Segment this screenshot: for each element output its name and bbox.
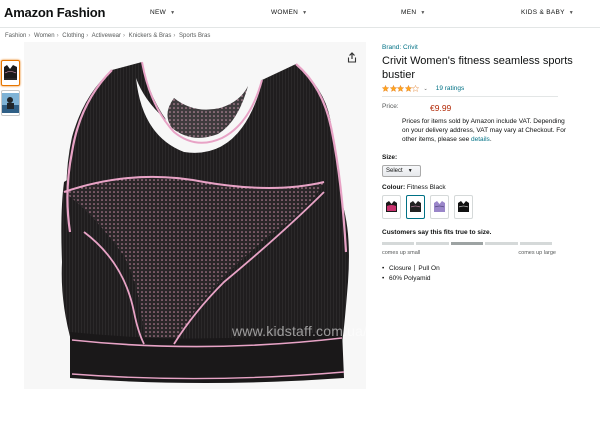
nav-new[interactable]: NEW ▼ [150, 9, 175, 16]
breadcrumb-separator: › [173, 33, 176, 39]
bullet-material: 60% Polyamid [389, 275, 431, 282]
vat-note-end: . [489, 136, 492, 143]
breadcrumb-separator: › [86, 33, 89, 39]
sports-bra-thumbnail-image [4, 65, 17, 80]
star-full-icon [397, 85, 404, 92]
fit-labels: comes up small comes up large [382, 250, 556, 256]
fit-label-small: comes up small [382, 250, 421, 256]
breadcrumb-separator: › [28, 33, 31, 39]
nav-men-label: MEN [401, 9, 417, 16]
brand-link[interactable]: Brand: Crivit [382, 44, 596, 51]
brand-logo[interactable]: Amazon Fashion [4, 5, 105, 20]
breadcrumb-women[interactable]: Women [34, 33, 55, 39]
swatch-pink-black[interactable] [382, 195, 401, 219]
fit-segment [519, 242, 553, 245]
fit-segment [382, 242, 415, 245]
nav-women[interactable]: WOMEN ▼ [271, 9, 307, 16]
star-empty-icon [412, 85, 419, 92]
colour-label: Colour: [382, 184, 406, 191]
fit-segment [416, 242, 449, 245]
swatch-black-white-image [458, 201, 469, 212]
swatch-pink-black-image [386, 201, 397, 212]
colour-swatches [382, 195, 596, 219]
chevron-down-icon: ▼ [170, 10, 176, 16]
ratings-count-link[interactable]: 19 ratings [436, 85, 465, 92]
fit-segment [485, 242, 518, 245]
star-full-icon [389, 85, 397, 92]
thumbnail-lifestyle[interactable] [1, 90, 20, 116]
size-dropdown-value: Select [386, 168, 403, 174]
swatch-lavender-image [434, 201, 445, 212]
list-item: 60% Polyamid [382, 274, 596, 284]
size-label: Size: [382, 154, 398, 161]
thumbnail-front-black[interactable] [1, 60, 20, 86]
list-item: Closure Pull On [382, 264, 596, 274]
product-info: Brand: Crivit Crivit Women's fitness sea… [382, 44, 596, 284]
breadcrumb-knickers-bras[interactable]: Knickers & Bras [129, 33, 172, 39]
vat-note: Prices for items sold by Amazon include … [402, 117, 570, 144]
price-label: Price: [382, 103, 399, 110]
rating-row: ⌄ 19 ratings [382, 85, 596, 92]
divider [414, 265, 416, 272]
nav-kids-baby[interactable]: KIDS & BABY ▼ [521, 9, 574, 16]
nav-kids-label: KIDS & BABY [521, 9, 565, 16]
fit-meter [382, 242, 554, 245]
nav-new-label: NEW [150, 9, 167, 16]
nav-women-label: WOMEN [271, 9, 299, 16]
swatch-black-white[interactable] [454, 195, 473, 219]
star-full-icon [404, 85, 412, 92]
chevron-down-icon: ▼ [407, 168, 413, 174]
breadcrumb-activewear[interactable]: Activewear [92, 33, 121, 39]
price-value: €9.99 [430, 103, 452, 113]
swatch-black-image [410, 201, 421, 212]
lifestyle-thumbnail-image [2, 93, 19, 113]
breadcrumb: Fashion › Women › Clothing › Activewear › Kn… [5, 33, 210, 39]
swatch-lavender[interactable] [430, 195, 449, 219]
breadcrumb-fashion[interactable]: Fashion [5, 33, 26, 39]
vat-details-link[interactable]: details [471, 136, 490, 143]
breadcrumb-separator: › [122, 33, 125, 39]
breadcrumb-sports-bras[interactable]: Sports Bras [179, 33, 210, 39]
share-button[interactable] [345, 50, 359, 64]
breadcrumb-clothing[interactable]: Clothing [62, 33, 84, 39]
chevron-down-icon[interactable]: ⌄ [424, 86, 428, 92]
star-rating[interactable] [382, 85, 420, 92]
breadcrumb-separator: › [56, 33, 59, 39]
divider [382, 96, 558, 97]
size-dropdown[interactable]: Select ▼ [382, 165, 421, 177]
colour-value: Fitness Black [406, 184, 446, 191]
swatch-black[interactable] [406, 195, 425, 219]
price-row: Price: €9.99 [382, 103, 596, 113]
thumbnail-strip [1, 60, 22, 120]
chevron-down-icon: ▼ [568, 10, 575, 16]
colour-line: Colour: Fitness Black [382, 184, 596, 191]
top-nav: Amazon Fashion NEW ▼ WOMEN ▼ MEN ▼ KIDS & B… [0, 0, 600, 28]
bullet-closure: Closure [389, 265, 412, 272]
chevron-down-icon: ▼ [302, 10, 308, 16]
share-icon [347, 51, 357, 63]
fit-label-large: comes up large [518, 250, 556, 256]
bullet-pull-on: Pull On [418, 265, 440, 272]
fit-title: Customers say this fits true to size. [382, 229, 492, 236]
nav-men[interactable]: MEN ▼ [401, 9, 426, 16]
fit-segment-active [450, 242, 484, 245]
watermark: www.kidstaff.com.ua/user-1158464.html [232, 323, 487, 339]
chevron-down-icon: ▼ [420, 10, 426, 16]
feature-bullets: Closure Pull On 60% Polyamid [382, 264, 596, 284]
product-title: Crivit Women's fitness seamless sports b… [382, 55, 573, 81]
star-full-icon [382, 85, 389, 92]
